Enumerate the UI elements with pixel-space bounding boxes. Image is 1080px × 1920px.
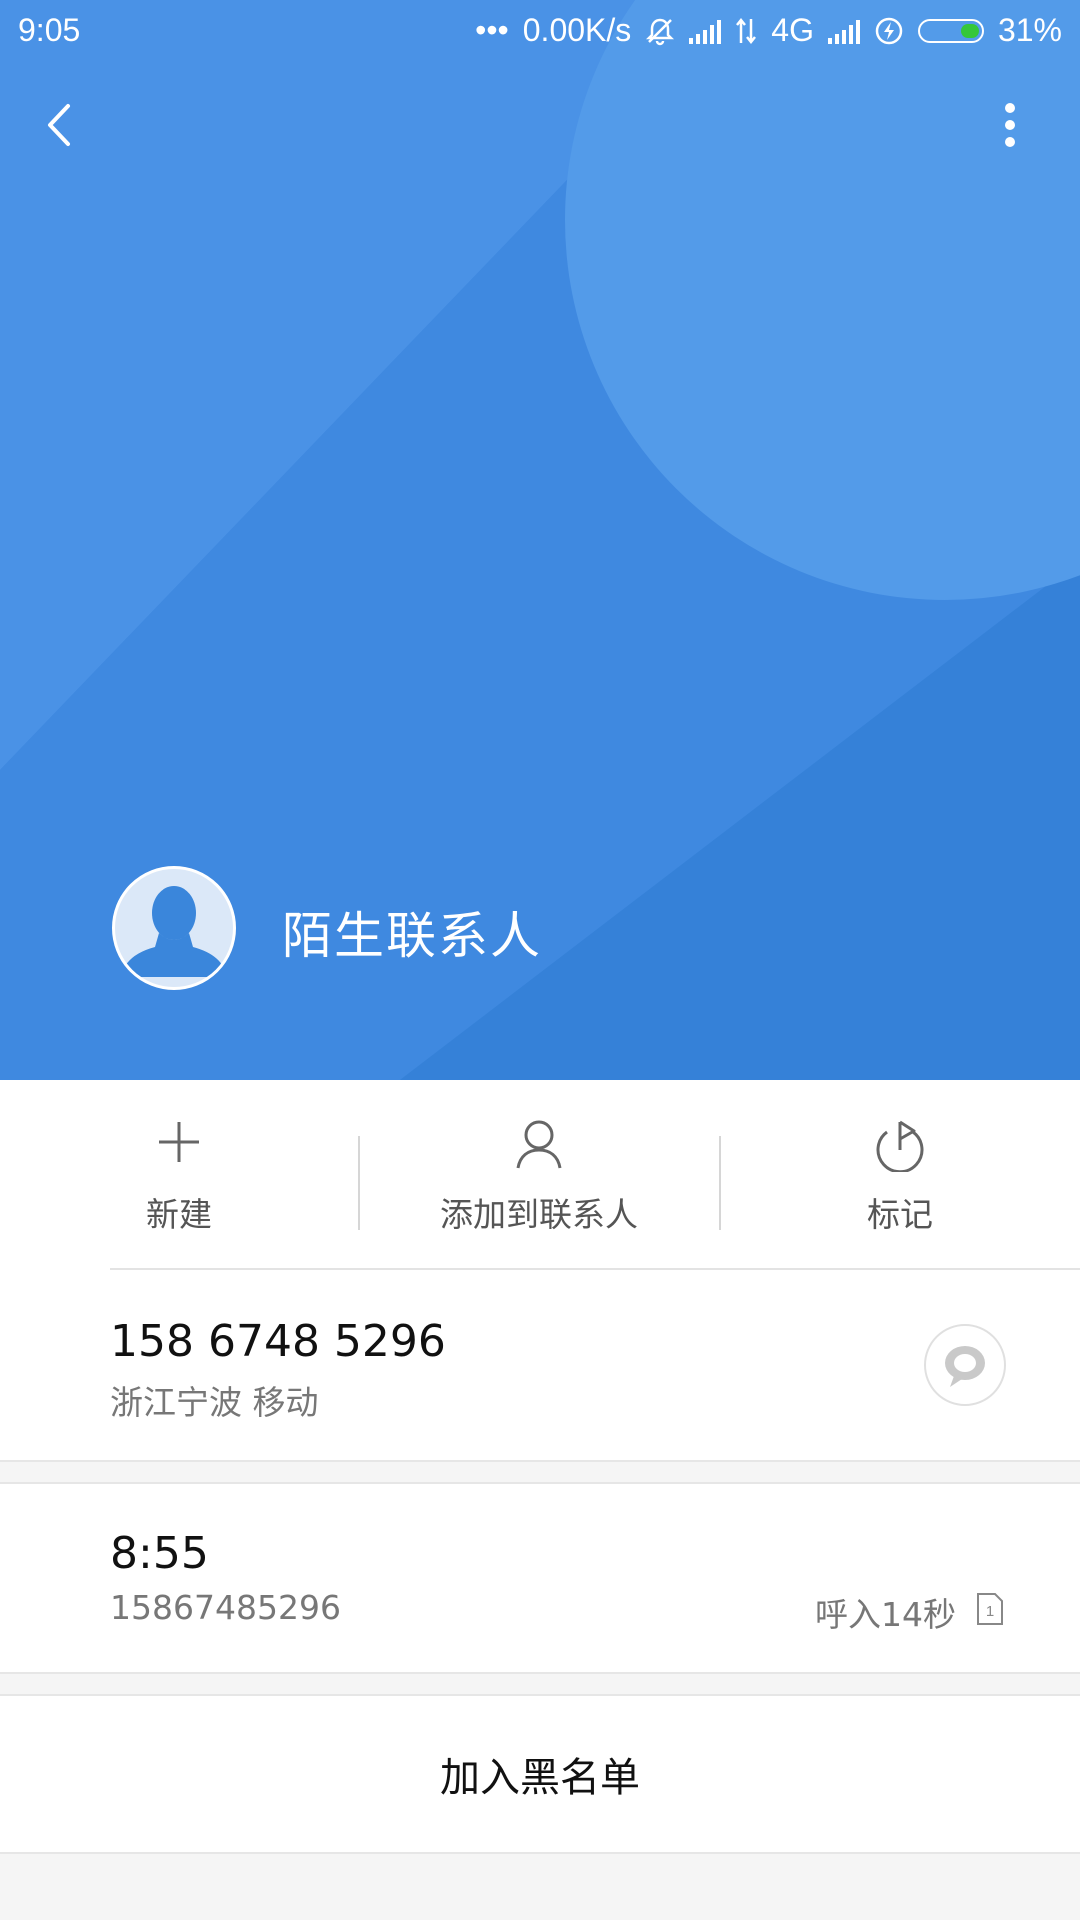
avatar — [112, 866, 236, 990]
signal-icon — [827, 18, 860, 44]
status-icons: ••• 0.00K/s 4G 31% — [475, 12, 1062, 49]
mark-button[interactable]: 标记 — [720, 1080, 1080, 1270]
back-button[interactable] — [30, 90, 90, 160]
action-divider — [358, 1136, 360, 1230]
phone-number: 158 6748 5296 — [110, 1316, 446, 1367]
call-time: 8:55 — [110, 1528, 209, 1579]
blacklist-label: 加入黑名单 — [440, 1755, 640, 1801]
new-contact-label: 新建 — [146, 1195, 212, 1234]
contact-header: 9:05 ••• 0.00K/s 4G 31% 陌生联系人 — [0, 0, 1080, 1080]
new-contact-button[interactable]: 新建 — [0, 1080, 358, 1270]
avatar-silhouette-icon — [121, 886, 227, 977]
sim-card-icon: 1 — [977, 1593, 1003, 1625]
network-type: 4G — [771, 12, 814, 48]
send-message-button[interactable] — [924, 1324, 1006, 1406]
add-to-contacts-button[interactable]: 添加到联系人 — [360, 1080, 718, 1270]
status-bar: 9:05 ••• 0.00K/s 4G 31% — [0, 0, 1080, 62]
battery-percent: 31% — [997, 12, 1062, 48]
charging-icon — [875, 17, 903, 44]
call-log-entry[interactable]: 8:55 15867485296 呼入14秒 1 — [0, 1484, 1080, 1672]
person-icon — [516, 1120, 562, 1169]
add-to-blacklist-button[interactable]: 加入黑名单 — [0, 1696, 1080, 1852]
action-bar: 新建 添加到联系人 标记 — [0, 1080, 1080, 1270]
call-detail: 呼入14秒 — [815, 1595, 956, 1634]
phone-number-row[interactable]: 158 6748 5296 浙江宁波 移动 — [0, 1270, 1080, 1460]
call-number: 15867485296 — [110, 1588, 341, 1627]
bottom-gap — [0, 1852, 1080, 1920]
section-gap — [0, 1672, 1080, 1696]
message-bubble-icon — [945, 1346, 985, 1387]
net-speed: 0.00K/s — [522, 12, 632, 48]
data-arrows-icon — [736, 17, 757, 44]
more-options-button[interactable] — [980, 92, 1040, 158]
plus-icon — [159, 1122, 199, 1162]
mark-label: 标记 — [867, 1195, 933, 1234]
contact-name: 陌生联系人 — [282, 907, 542, 965]
action-divider — [719, 1136, 721, 1230]
battery-icon — [917, 18, 984, 43]
status-time: 9:05 — [18, 12, 81, 48]
mute-bell-icon — [646, 18, 675, 45]
phone-location: 浙江宁波 移动 — [110, 1383, 319, 1422]
back-arrow-icon — [48, 104, 70, 146]
signal-icon — [689, 18, 722, 44]
flag-icon — [876, 1120, 924, 1172]
add-to-contacts-label: 添加到联系人 — [440, 1195, 638, 1234]
more-vertical-icon — [1005, 103, 1015, 147]
sim-label: 1 — [986, 1603, 994, 1620]
section-gap — [0, 1460, 1080, 1484]
status-dots: ••• — [475, 12, 509, 48]
